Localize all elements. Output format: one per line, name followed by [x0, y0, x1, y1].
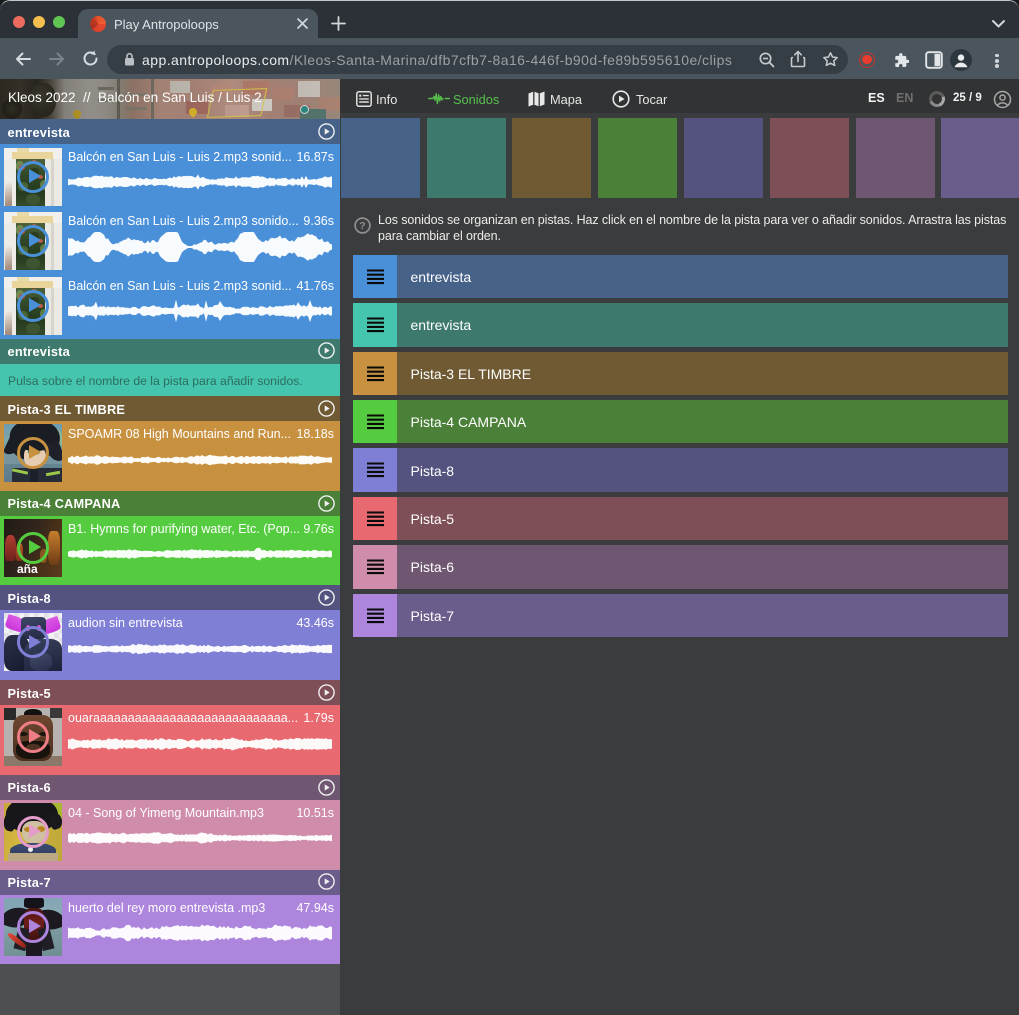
svg-text:?: ? [359, 220, 365, 232]
